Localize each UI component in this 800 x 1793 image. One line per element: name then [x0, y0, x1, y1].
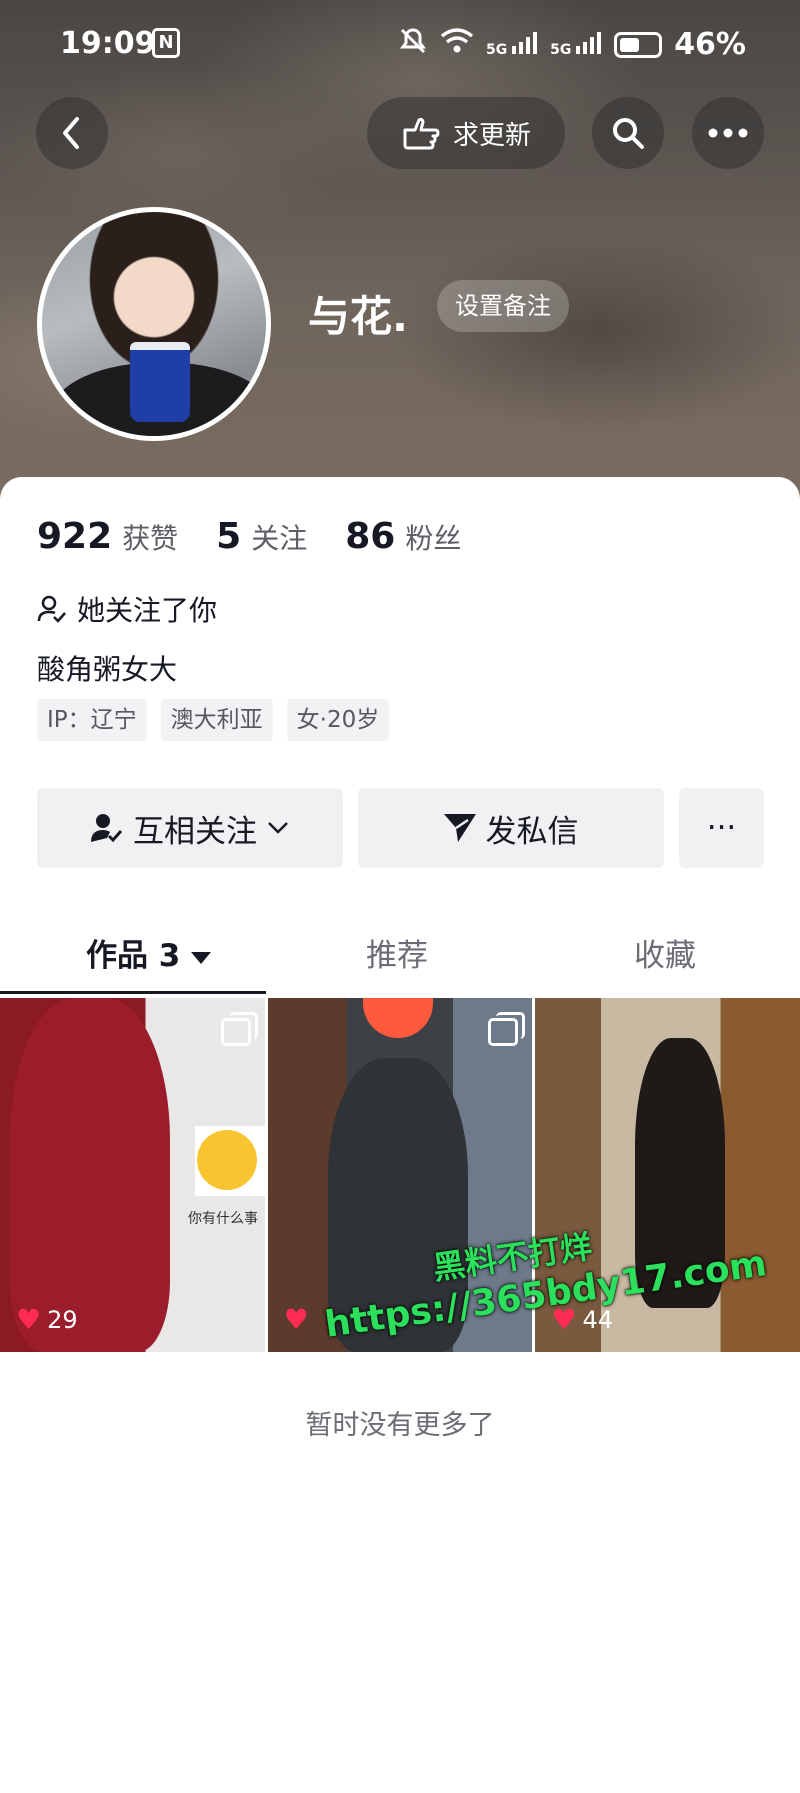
- face-cover-emoji: [362, 998, 433, 1038]
- search-button[interactable]: [592, 97, 664, 169]
- caret-down-icon: [191, 952, 212, 964]
- post-thumbnail[interactable]: 你有什么事 ♥ 29: [0, 998, 265, 1352]
- more-dots-icon: ···: [706, 810, 737, 846]
- profile-stats: 922 获赞 5 关注 86 粉丝: [37, 516, 489, 557]
- follows-you-text: 她关注了你: [77, 594, 218, 627]
- follows-you-indicator: 她关注了你: [37, 589, 217, 629]
- following-label[interactable]: 关注: [251, 517, 307, 557]
- avatar[interactable]: [37, 207, 271, 441]
- emoji-sticker: [195, 1126, 265, 1196]
- wifi-icon: [440, 27, 474, 62]
- avatar-cup: [130, 342, 190, 422]
- tab-indicator: [0, 991, 266, 994]
- tab-recommend[interactable]: 推荐: [366, 930, 428, 975]
- following-count[interactable]: 5: [216, 516, 241, 557]
- tag-gender-age: 女·20岁: [286, 699, 390, 741]
- profile-nickname: 与花.: [308, 292, 408, 341]
- post-likes-count: 29: [47, 1305, 78, 1334]
- multi-image-icon: [220, 1012, 258, 1046]
- chevron-left-icon: [63, 117, 79, 149]
- more-options-button[interactable]: [692, 97, 764, 169]
- post-figure: [10, 998, 170, 1352]
- followers-count[interactable]: 86: [345, 516, 395, 557]
- mute-bell-icon: [398, 26, 428, 63]
- battery-icon: [614, 31, 663, 58]
- no-more-content-text: 暂时没有更多了: [305, 1410, 495, 1441]
- send-message-button[interactable]: 发私信: [358, 788, 664, 868]
- post-likes-count: 44: [582, 1305, 613, 1334]
- more-actions-button[interactable]: ···: [679, 788, 764, 868]
- profile-tags: IP：辽宁 澳大利亚 女·20岁: [37, 699, 390, 741]
- signal-2-icon: 5G: [550, 32, 602, 57]
- status-time: 19:09: [60, 26, 156, 61]
- send-message-label: 发私信: [485, 813, 579, 850]
- user-check-icon: [91, 814, 123, 843]
- back-button[interactable]: [36, 97, 108, 169]
- request-update-button[interactable]: 求更新: [367, 97, 565, 169]
- likes-label[interactable]: 获赞: [122, 517, 178, 557]
- post-likes: ♥: [284, 1303, 315, 1336]
- post-likes: ♥ 29: [16, 1303, 78, 1336]
- status-icons: 5G 5G 46%: [398, 26, 746, 63]
- tag-ip: IP：辽宁: [37, 699, 147, 741]
- send-icon: [443, 814, 476, 842]
- tag-location: 澳大利亚: [160, 699, 273, 741]
- signal-1-icon: 5G: [486, 32, 538, 57]
- sticker-caption: 你有什么事: [188, 1211, 258, 1227]
- heart-icon: ♥: [16, 1303, 42, 1336]
- likes-count[interactable]: 922: [37, 516, 112, 557]
- profile-actions: 互相关注 发私信 ···: [37, 788, 764, 868]
- set-remark-button[interactable]: 设置备注: [437, 280, 569, 332]
- nfc-icon: N: [152, 28, 180, 58]
- content-tabs: 作品 3 推荐 收藏: [0, 908, 800, 994]
- mutual-follow-button[interactable]: 互相关注: [37, 788, 343, 868]
- tab-works[interactable]: 作品 3: [86, 930, 212, 975]
- followers-label[interactable]: 粉丝: [405, 517, 461, 557]
- battery-percent: 46%: [674, 27, 746, 62]
- pointing-hand-icon: [403, 117, 440, 150]
- more-dots-icon: [708, 128, 748, 138]
- request-update-label: 求更新: [452, 120, 531, 151]
- user-check-icon: [37, 595, 66, 623]
- tab-favorites[interactable]: 收藏: [634, 930, 696, 975]
- search-icon: [613, 118, 644, 149]
- status-bar: 19:09 N 5G 5G 46%: [0, 0, 800, 88]
- chevron-down-icon: [268, 822, 288, 834]
- heart-icon: ♥: [283, 1303, 309, 1336]
- tab-works-label: 作品 3: [86, 938, 181, 974]
- mutual-follow-label: 互相关注: [133, 813, 257, 850]
- profile-bio: 酸角粥女大: [37, 653, 178, 686]
- multi-image-icon: [488, 1012, 526, 1046]
